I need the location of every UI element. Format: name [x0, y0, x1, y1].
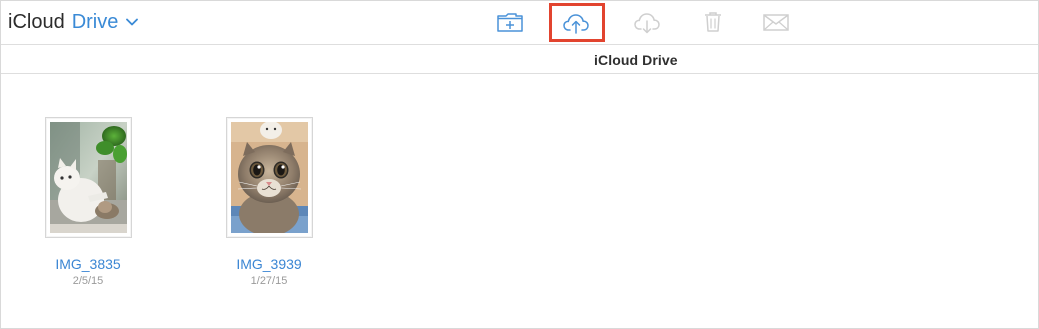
brand-icloud-label: iCloud	[8, 11, 65, 33]
file-thumbnail[interactable]	[225, 117, 313, 238]
email-button[interactable]	[759, 7, 793, 37]
file-thumbnail[interactable]	[44, 117, 132, 238]
new-folder-button[interactable]	[493, 7, 527, 37]
delete-button[interactable]	[696, 7, 730, 37]
file-item[interactable]: IMG_3939 1/27/15	[214, 117, 324, 297]
file-name[interactable]: IMG_3835	[33, 256, 143, 272]
mail-icon	[763, 14, 789, 31]
download-button[interactable]	[631, 7, 665, 37]
file-grid: IMG_3835 2/5/15 IMG_3939 1/27/15	[1, 74, 1038, 328]
file-date: 2/5/15	[72, 275, 104, 287]
folder-plus-icon	[497, 13, 523, 32]
breadcrumb: iCloud Drive	[1, 45, 1038, 74]
icloud-drive-window: iCloud Drive iCloud Drive IMG_3835 2/5/1…	[0, 0, 1039, 329]
page-title: iCloud Drive	[594, 52, 678, 68]
file-name[interactable]: IMG_3939	[214, 256, 324, 272]
photo-thumbnail-image	[49, 122, 127, 233]
brand-switcher[interactable]: iCloud Drive	[8, 9, 139, 35]
brand-drive-label: Drive	[71, 11, 119, 33]
file-item[interactable]: IMG_3835 2/5/15	[33, 117, 143, 297]
cloud-upload-icon	[563, 13, 589, 34]
cloud-download-icon	[634, 13, 660, 34]
chevron-down-icon	[126, 18, 139, 26]
file-date: 1/27/15	[250, 275, 288, 287]
top-toolbar: iCloud Drive	[1, 1, 1038, 45]
photo-thumbnail-image	[230, 122, 308, 233]
upload-button[interactable]	[549, 3, 605, 42]
trash-icon	[705, 12, 721, 32]
